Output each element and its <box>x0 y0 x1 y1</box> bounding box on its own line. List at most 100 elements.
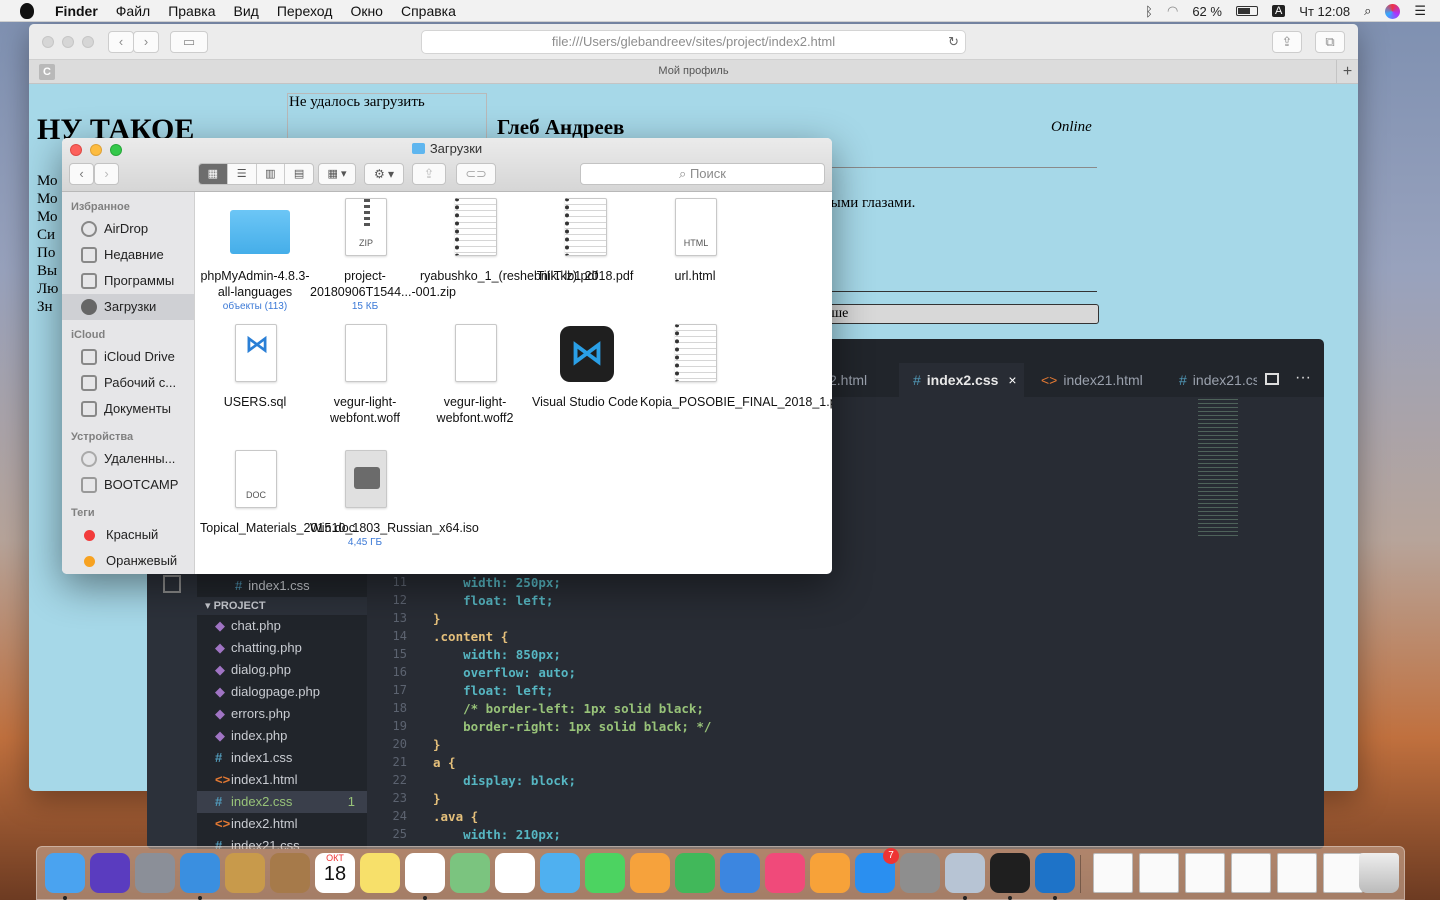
file-item[interactable]: ◆ errors.php <box>197 703 367 725</box>
file-item[interactable]: ZIP project-20180906T1544...-001.zip 15 КБ <box>310 198 456 314</box>
back-button[interactable]: ‹ <box>108 31 134 53</box>
minimize-button-inactive[interactable] <box>62 36 74 48</box>
launchpad-icon[interactable] <box>135 853 175 893</box>
notes-icon[interactable] <box>360 853 400 893</box>
file-item[interactable]: ◆ dialog.php <box>197 659 367 681</box>
file-item[interactable]: # index1.css <box>197 747 367 769</box>
tabs-overview-button[interactable]: ⧉ <box>1315 31 1345 53</box>
safari-icon[interactable] <box>180 853 220 900</box>
sidebar-item[interactable]: Красный <box>62 522 194 548</box>
open-editors-item[interactable]: # index1.css <box>197 575 367 597</box>
list-view-icon[interactable]: ☰ <box>226 164 256 184</box>
sidebar-item[interactable]: Загрузки <box>62 294 194 320</box>
sidebar-item[interactable]: BOOTCAMP <box>62 472 194 498</box>
trash-icon[interactable] <box>1359 853 1399 893</box>
terminal-icon[interactable] <box>990 853 1030 900</box>
left-link[interactable]: Си <box>37 226 58 244</box>
dock-document-thumbnail[interactable] <box>1323 853 1363 893</box>
tags-button[interactable]: ⊂⊃ <box>456 163 496 185</box>
maps-icon[interactable] <box>450 853 490 893</box>
numbers-icon[interactable] <box>675 853 715 893</box>
appstore-icon[interactable]: 7 <box>855 848 899 893</box>
pages-icon[interactable] <box>630 853 670 893</box>
more-actions-icon[interactable]: ··· <box>1295 369 1311 387</box>
gallery-view-icon[interactable]: ▤ <box>284 164 313 184</box>
share-button[interactable]: ⇪ <box>412 163 446 185</box>
file-item[interactable]: TiIIT lb1 2018.pdf <box>530 198 640 284</box>
file-item[interactable]: vegur-light-webfont.woff <box>310 324 420 426</box>
sidebar-item[interactable]: Удаленны... <box>62 446 194 472</box>
dock-document-thumbnail[interactable] <box>1139 853 1179 893</box>
apple-menu-icon[interactable] <box>20 2 34 19</box>
left-link[interactable]: По <box>37 244 58 262</box>
left-link[interactable]: Зн <box>37 298 58 316</box>
file-item[interactable]: DOC Topical_Materials_2015.doc <box>200 450 355 536</box>
back-button[interactable]: ‹ <box>69 163 94 185</box>
left-link[interactable]: Вы <box>37 262 58 280</box>
file-item[interactable]: ◆ chatting.php <box>197 637 367 659</box>
reminders-icon[interactable] <box>405 853 445 900</box>
file-item[interactable]: ryabushko_1_(reshebnik.kz).pdf <box>420 198 598 284</box>
file-item[interactable]: ◆ dialogpage.php <box>197 681 367 703</box>
siri-icon[interactable] <box>90 853 130 893</box>
file-item[interactable]: ⋈ Visual Studio Code <box>530 324 640 410</box>
file-item[interactable]: <>index1.html <box>197 769 367 791</box>
battery-percent[interactable]: 62 % <box>1192 4 1222 19</box>
forward-button[interactable]: › <box>133 31 159 53</box>
input-source-icon[interactable]: A <box>1271 5 1286 17</box>
file-item[interactable]: ◆ chat.php <box>197 615 367 637</box>
siri-menu-icon[interactable] <box>1385 3 1401 19</box>
battery-icon[interactable] <box>1235 6 1258 16</box>
dock-document-thumbnail[interactable] <box>1185 853 1225 893</box>
editor-tab[interactable]: # index21.cs <box>1165 363 1257 397</box>
file-item[interactable]: vegur-light-webfont.woff2 <box>420 324 530 426</box>
wifi-icon[interactable]: ◠ <box>1167 3 1178 19</box>
page-button[interactable]: ьше <box>814 304 1099 324</box>
calendar-icon[interactable]: ОКТ 18 <box>315 853 355 893</box>
menu-file[interactable]: Файл <box>107 3 159 19</box>
column-view-icon[interactable]: ▥ <box>255 164 285 184</box>
share-button[interactable]: ⇪ <box>1272 31 1302 53</box>
menu-go[interactable]: Переход <box>268 3 342 19</box>
editor-tab-active[interactable]: # index2.css × <box>899 363 1024 397</box>
menu-view[interactable]: Вид <box>225 3 268 19</box>
messages-icon[interactable] <box>540 853 580 893</box>
photos-icon[interactable] <box>495 853 535 893</box>
sidebar-item[interactable]: AirDrop <box>62 216 194 242</box>
preview-icon[interactable] <box>945 853 985 900</box>
sidebar-item[interactable]: Оранжевый <box>62 548 194 574</box>
sidebar-item[interactable]: Недавние <box>62 242 194 268</box>
search-field[interactable]: ⌕ Поиск <box>580 163 825 185</box>
file-item[interactable]: phpMyAdmin-4.8.3-all-languages объекты (1… <box>200 198 310 314</box>
itunes-icon[interactable] <box>765 853 805 893</box>
forward-button[interactable]: › <box>94 163 119 185</box>
sidebar-item[interactable]: iCloud Drive <box>62 344 194 370</box>
address-bar[interactable]: file:///Users/glebandreev/sites/project/… <box>421 30 966 54</box>
minimap[interactable] <box>1198 399 1238 539</box>
group-by-button[interactable]: ▦ ▾ <box>318 163 356 185</box>
left-link[interactable]: Мо <box>37 172 58 190</box>
menu-clock[interactable]: Чт 12:08 <box>1299 4 1350 19</box>
file-item[interactable]: <>index2.html <box>197 813 367 835</box>
icon-view-icon[interactable]: ▦ <box>199 164 227 184</box>
mail-icon[interactable] <box>225 853 265 893</box>
left-link[interactable]: Мо <box>37 190 58 208</box>
vscode-icon[interactable] <box>1035 853 1075 900</box>
sidebar-item[interactable]: Программы <box>62 268 194 294</box>
new-tab-icon[interactable]: + <box>1336 60 1358 83</box>
spotlight-icon[interactable]: ⌕ <box>1364 3 1371 19</box>
file-item-active[interactable]: # index2.css 1 <box>197 791 367 813</box>
file-item[interactable]: HTML url.html <box>640 198 750 284</box>
dock-document-thumbnail[interactable] <box>1231 853 1271 893</box>
file-item[interactable]: ⋈ USERS.sql <box>200 324 310 410</box>
project-section-header[interactable]: ▾ PROJECT <box>197 597 367 615</box>
finder-icon[interactable] <box>45 853 85 900</box>
sidebar-item[interactable]: Документы <box>62 396 194 422</box>
contacts-icon[interactable] <box>270 853 310 893</box>
left-link[interactable]: Мо <box>37 208 58 226</box>
bluetooth-icon[interactable]: ᛒ <box>1145 4 1153 19</box>
preferences-icon[interactable] <box>900 853 940 893</box>
notification-center-icon[interactable]: ☰ <box>1414 3 1426 19</box>
editor-tab[interactable]: <> index21.html <box>1027 363 1157 397</box>
facetime-icon[interactable] <box>585 853 625 893</box>
